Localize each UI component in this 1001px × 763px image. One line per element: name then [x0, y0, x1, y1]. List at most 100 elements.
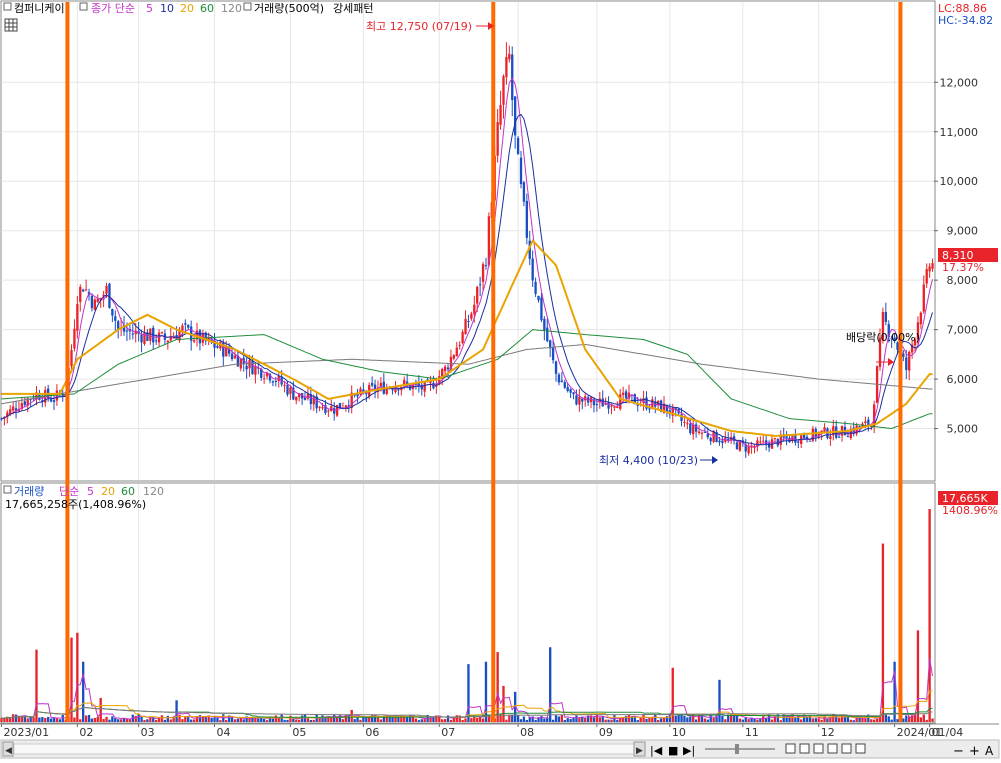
volume-bar	[875, 718, 879, 722]
volume-bar	[826, 718, 829, 722]
volume-bar	[461, 719, 464, 722]
candle-body	[572, 392, 575, 395]
candle-body	[531, 258, 534, 281]
window-icon[interactable]	[841, 743, 852, 754]
volume-bar	[225, 720, 228, 722]
volume-bar	[797, 715, 800, 722]
window-icon[interactable]	[799, 743, 810, 754]
candle-body	[149, 328, 152, 341]
vma20-label: 20	[101, 485, 115, 498]
volume-bar	[14, 714, 18, 722]
volume-bar	[732, 715, 736, 722]
candle-body	[773, 438, 777, 440]
volume-bar	[890, 719, 893, 722]
volume-bar	[852, 720, 855, 722]
candle-body	[117, 321, 120, 330]
volume-bar	[817, 718, 820, 722]
volume-bar	[680, 714, 683, 722]
volume-bar	[473, 716, 476, 722]
legend-box-icon[interactable]	[79, 2, 88, 11]
window-icon[interactable]	[813, 743, 824, 754]
candle-body	[721, 440, 724, 443]
candle-body	[610, 405, 613, 407]
volume-bar	[441, 719, 444, 722]
candle-body	[595, 403, 599, 405]
volume-bar	[738, 718, 742, 722]
volume-bar	[872, 719, 876, 722]
ma120-label: 120	[221, 2, 242, 15]
volume-bar	[864, 718, 867, 722]
candle-body	[613, 406, 616, 408]
current-change: 17.37%	[942, 261, 984, 274]
volume-bar	[32, 717, 35, 722]
volume-bar	[277, 718, 280, 722]
scrollbar-track[interactable]	[13, 743, 635, 755]
time-tick-label: 10	[672, 726, 686, 739]
price-tick-label: 5,000	[947, 423, 979, 436]
volume-bar	[414, 718, 418, 722]
candle-body	[624, 391, 628, 399]
volume-bar	[213, 717, 216, 722]
volume-bar	[505, 719, 508, 722]
candle-body	[496, 122, 499, 156]
volume-bar	[146, 719, 149, 722]
first-button[interactable]: |◀	[650, 744, 663, 757]
grid-toggle-icon[interactable]	[4, 18, 18, 32]
volume-bar	[706, 719, 709, 722]
volume-bar	[721, 715, 724, 722]
volume-bar	[298, 719, 301, 722]
volume-bar	[563, 720, 566, 722]
volume-bar	[741, 719, 744, 722]
volume-bar	[376, 717, 380, 722]
price-tick-label: 10,000	[940, 175, 979, 188]
candle-body	[919, 312, 923, 325]
auto-button[interactable]: A	[985, 744, 994, 758]
volume-bar	[137, 714, 140, 722]
zoom-in-button[interactable]: +	[969, 744, 980, 759]
volume-bar	[341, 719, 345, 722]
candle-body	[922, 284, 925, 312]
volume-bar	[805, 717, 809, 722]
volume-bar	[300, 715, 304, 722]
volume-bar	[0, 718, 3, 722]
volume-bar	[397, 716, 400, 722]
legend-box-icon[interactable]	[243, 2, 252, 11]
candle-body	[808, 440, 812, 442]
volume-bar	[694, 719, 698, 722]
volume-bar	[70, 637, 73, 722]
candle-body	[470, 313, 473, 319]
volume-bar	[569, 718, 572, 722]
volume-bar	[525, 719, 529, 722]
window-icon[interactable]	[785, 743, 796, 754]
volume-bar	[919, 717, 923, 722]
volume-bar	[219, 720, 222, 722]
candle-body	[621, 392, 625, 396]
window-icon[interactable]	[855, 743, 866, 754]
legend-box-icon[interactable]	[3, 485, 12, 494]
time-tick-label: 04	[217, 726, 231, 739]
volume-bar	[925, 719, 928, 722]
time-tick-label: 07	[441, 726, 455, 739]
volume-bar	[105, 716, 108, 722]
candle-body	[295, 396, 298, 401]
candle-body	[864, 421, 867, 424]
candle-body	[251, 360, 254, 375]
volume-bar	[108, 719, 111, 722]
candle-body	[192, 340, 196, 342]
volume-bar	[674, 715, 677, 722]
zoom-out-button[interactable]: −	[953, 744, 964, 759]
volume-bar	[896, 719, 899, 722]
last-button[interactable]: ▶|	[683, 744, 695, 757]
volume-bar	[645, 718, 648, 722]
legend-box-icon[interactable]	[3, 2, 12, 11]
time-tick-label: 2023/01	[3, 726, 49, 739]
volume-bar	[519, 719, 523, 722]
window-icon[interactable]	[827, 743, 838, 754]
volume-bar	[677, 714, 680, 722]
candle-body	[738, 440, 742, 451]
zoom-slider-handle[interactable]	[735, 744, 739, 754]
candle-body	[735, 442, 739, 450]
volume-bar	[324, 718, 327, 722]
stop-button[interactable]: ■	[668, 744, 678, 757]
time-tick-label: 02	[79, 726, 93, 739]
